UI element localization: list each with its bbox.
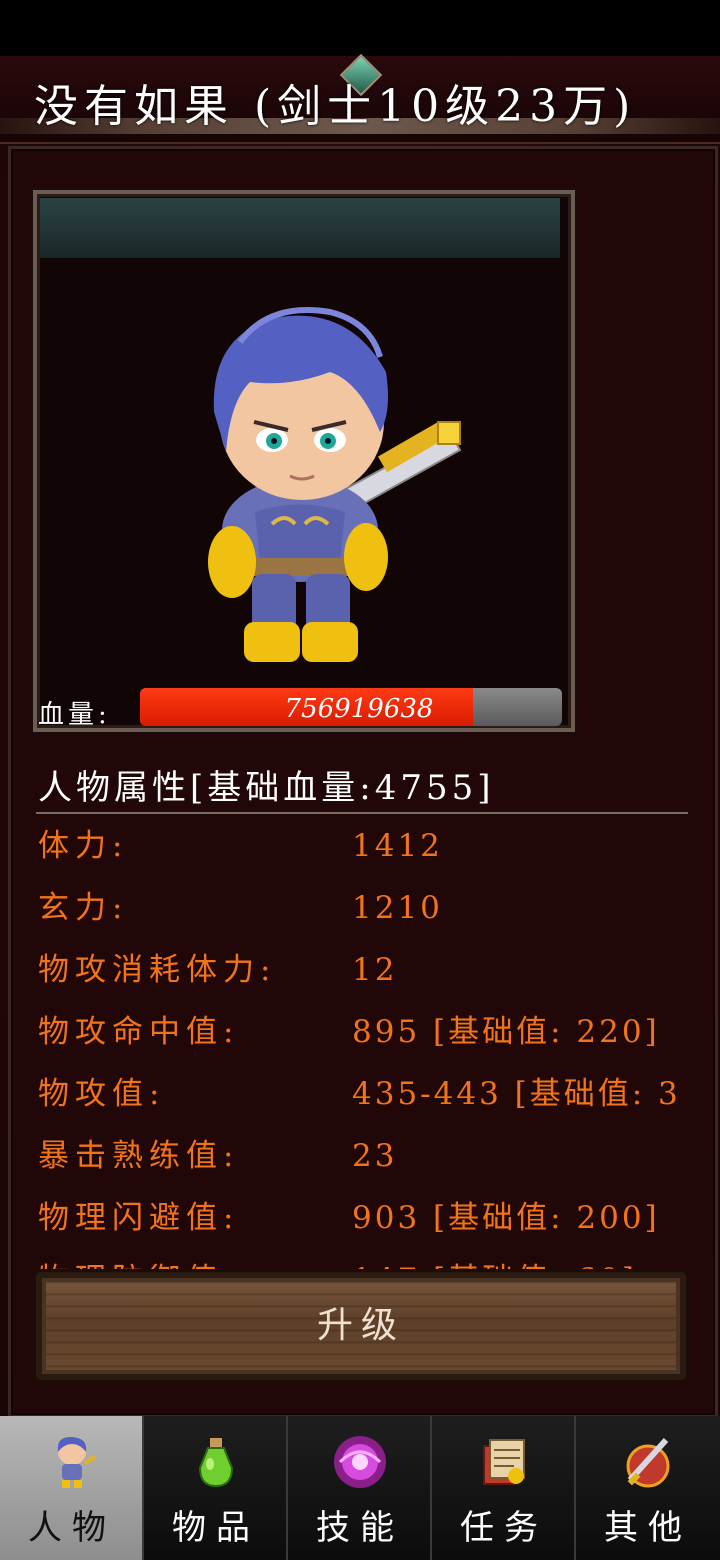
stat-value: 895 [基础值: 220]: [352, 1014, 660, 1050]
tab-other[interactable]: 其他: [576, 1416, 720, 1560]
sword-shield-icon: [626, 1437, 670, 1488]
quest-icon: [483, 1439, 525, 1485]
upgrade-button-label: 升级: [316, 1305, 405, 1346]
stat-label: 暴击熟练值:: [38, 1138, 240, 1174]
tab-label: 其他: [604, 1508, 692, 1548]
stat-row: 物攻命中值: 895 [基础值: 220]: [38, 1006, 690, 1068]
tab-skills[interactable]: 技能: [288, 1416, 432, 1560]
stats-list[interactable]: 体力: 1412 玄力: 1210 物攻消耗体力: 12 物攻命中值: 895 …: [30, 820, 690, 1272]
character-icon: [57, 1436, 97, 1488]
attributes-title: 人物属性[基础血量:4755]: [38, 768, 495, 808]
stat-row: 物攻消耗体力: 12: [38, 944, 690, 1006]
stat-row: 物攻值: 435-443 [基础值: 3: [38, 1068, 690, 1130]
tab-character[interactable]: 人物: [0, 1416, 144, 1560]
upgrade-button[interactable]: 升级: [36, 1272, 686, 1380]
stat-label: 物攻命中值:: [38, 1014, 240, 1050]
stat-row: 物理闪避值: 903 [基础值: 200]: [38, 1192, 690, 1254]
tab-label: 人物: [28, 1508, 116, 1548]
skill-orb-icon: [334, 1436, 386, 1488]
attributes-divider: [36, 812, 688, 814]
tab-label: 技能: [316, 1508, 404, 1548]
tab-label: 任务: [460, 1508, 548, 1548]
stat-label: 物理闪避值:: [38, 1200, 240, 1236]
bottom-nav: 人物 物品 技能 任务 其他: [0, 1416, 720, 1560]
tab-label: 物品: [172, 1508, 260, 1548]
stat-label: 物攻消耗体力:: [38, 952, 277, 988]
hp-bar: 756919638: [140, 688, 562, 726]
stat-value: 903 [基础值: 200]: [352, 1200, 660, 1236]
stat-value: 435-443 [基础值: 3: [352, 1076, 681, 1112]
tab-items[interactable]: 物品: [144, 1416, 288, 1560]
portrait-name-plate: [40, 198, 560, 258]
status-bar: [0, 0, 720, 56]
potion-icon: [198, 1438, 234, 1488]
stat-row: 体力: 1412: [38, 820, 690, 882]
stat-value: 1412: [352, 828, 443, 864]
stat-label: 玄力:: [38, 890, 129, 926]
stat-value: 147 [基础值: 60]: [352, 1254, 637, 1272]
stat-row: 物理防御值: 147 [基础值: 60]: [38, 1254, 690, 1272]
stat-value: 1210: [352, 890, 443, 926]
character-title: 没有如果 (剑士10级23万): [34, 81, 637, 132]
hp-label: 血量:: [38, 700, 111, 730]
stat-row: 暴击熟练值: 23: [38, 1130, 690, 1192]
stat-label: 物攻值:: [38, 1076, 166, 1112]
hp-value: 756919638: [284, 694, 434, 724]
stat-label: 体力:: [38, 828, 129, 864]
stat-row: 玄力: 1210: [38, 882, 690, 944]
stat-value: 12: [352, 952, 398, 988]
stat-label: 物理防御值:: [38, 1254, 239, 1272]
character-portrait: [208, 307, 462, 662]
stat-value: 23: [352, 1138, 398, 1174]
tab-quests[interactable]: 任务: [432, 1416, 576, 1560]
